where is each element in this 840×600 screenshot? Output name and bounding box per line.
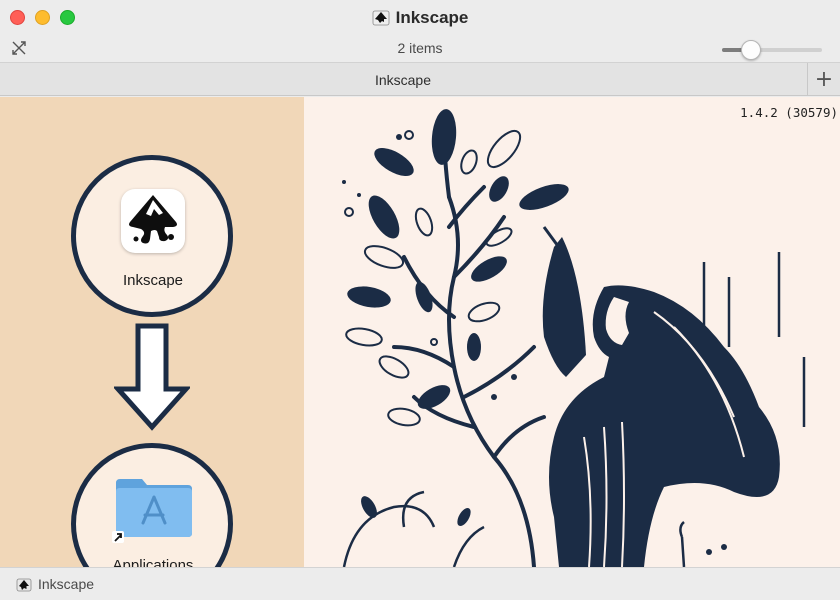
path-bar: Inkscape	[0, 567, 840, 600]
item-count: 2 items	[397, 40, 443, 56]
new-tab-button[interactable]: +	[807, 63, 840, 96]
arrow-down-icon	[114, 323, 190, 431]
app-label: Inkscape	[122, 272, 184, 289]
applications-label: Applications	[112, 557, 194, 567]
alias-arrow-icon	[112, 531, 124, 543]
icon-size-slider[interactable]	[722, 40, 822, 60]
slider-knob[interactable]	[741, 40, 761, 60]
install-panel: Inkscape Applications	[0, 97, 304, 567]
dmg-background: Inkscape Applications 1.4.2 (30579)	[0, 97, 840, 567]
path-bar-item[interactable]: Inkscape	[38, 576, 94, 592]
toolbar: 2 items	[0, 36, 840, 62]
inkscape-logo-icon	[129, 195, 177, 244]
title-bar[interactable]: Inkscape	[0, 0, 840, 36]
window-title-group: Inkscape	[0, 0, 840, 36]
inkscape-app-icon[interactable]	[121, 189, 185, 253]
tab-bar: Inkscape +	[0, 62, 840, 96]
artwork-panel: 1.4.2 (30579)	[304, 97, 840, 567]
inkscape-icon	[372, 10, 390, 26]
window-title: Inkscape	[395, 8, 469, 27]
tree-artist-illustration	[342, 109, 806, 567]
finder-window: Inkscape 2 items Inkscape + Inkscape App…	[0, 0, 840, 600]
tab-inkscape[interactable]: Inkscape	[0, 63, 806, 96]
disk-image-icon	[16, 578, 32, 592]
applications-folder-icon[interactable]	[114, 475, 194, 539]
